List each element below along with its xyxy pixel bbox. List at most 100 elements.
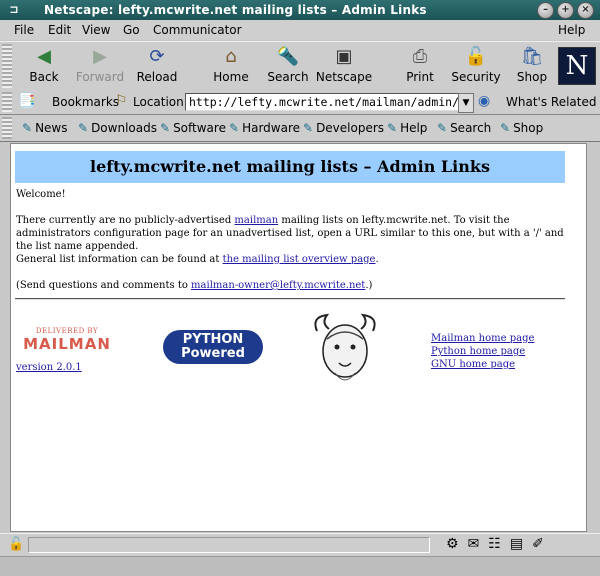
gnu-left-horn — [314, 313, 330, 332]
home-icon: ⌂ — [225, 46, 237, 67]
bookmark-pen-icon: ✎ — [22, 121, 33, 135]
reload-button[interactable]: ⟳ Reload — [127, 44, 187, 88]
mailman-home-link[interactable]: Mailman home page — [431, 332, 534, 345]
printer-icon: ⎙ — [412, 46, 428, 67]
gnu-left-eye — [334, 344, 340, 350]
status-text-field — [28, 537, 430, 553]
search-label: Search — [267, 70, 309, 84]
netscape-logo-icon[interactable]: N — [558, 47, 596, 85]
gnu-home-link[interactable]: GNU home page — [431, 358, 534, 371]
python-powered-logo[interactable]: PYTHON Powered — [163, 330, 263, 364]
menu-help[interactable]: Help — [558, 23, 585, 37]
personal-grip-handle[interactable] — [2, 117, 12, 139]
menu-file[interactable]: File — [14, 23, 34, 37]
search-button[interactable]: 🔦 Search — [258, 44, 318, 88]
personal-toolbar: ✎ News ✎ Downloads ✎ Software ✎ Hardware ✎ De… — [0, 115, 600, 142]
window-controls: – + × — [537, 2, 594, 19]
toolbar-grip-handle[interactable] — [2, 44, 12, 88]
back-button[interactable]: ◀ Back — [14, 44, 74, 88]
shop-button[interactable]: 🛍 Shop — [502, 44, 562, 88]
browser-window: ⊐ Netscape: lefty.mcwrite.net mailing li… — [0, 0, 600, 576]
window-menu-icon[interactable]: ⊐ — [6, 2, 22, 18]
print-button[interactable]: ⎙ Print — [390, 44, 450, 88]
whats-related-icon[interactable]: ◉ — [478, 93, 490, 109]
mailman-owner-email-link[interactable]: mailman-owner@lefty.mcwrite.net — [191, 280, 365, 291]
divider — [15, 298, 565, 300]
location-label: Location: — [133, 95, 188, 109]
personal-link-shop[interactable]: ✎ Shop — [500, 121, 543, 135]
personal-link-help[interactable]: ✎ Help — [387, 121, 427, 135]
minimize-button[interactable]: – — [537, 2, 554, 19]
maximize-button[interactable]: + — [557, 2, 574, 19]
menu-edit[interactable]: Edit — [48, 23, 71, 37]
newsgroups-icon[interactable]: ☷ — [488, 536, 501, 552]
personal-link-developers[interactable]: ✎ Developers — [303, 121, 384, 135]
menu-view[interactable]: View — [82, 23, 110, 37]
personal-link-news[interactable]: ✎ News — [22, 121, 68, 135]
url-input[interactable] — [185, 93, 463, 111]
security-lock-icon[interactable]: 🔓 — [8, 537, 24, 552]
menu-bar: File Edit View Go Communicator Help — [0, 20, 600, 40]
reload-icon: ⟳ — [149, 46, 165, 67]
netscape-label: Netscape — [315, 70, 373, 84]
gnu-head-logo[interactable] — [309, 311, 381, 387]
back-arrow-icon: ◀ — [37, 46, 51, 67]
bookmark-pen-icon: ✎ — [160, 121, 171, 135]
address-book-icon[interactable]: ▤ — [510, 536, 523, 552]
contact-paragraph: (Send questions and comments to mailman-… — [16, 280, 373, 291]
title-bar: ⊐ Netscape: lefty.mcwrite.net mailing li… — [0, 0, 600, 20]
navigator-icon[interactable]: ⚙ — [446, 536, 459, 552]
netscape-button[interactable]: ▣ Netscape — [314, 44, 374, 88]
personal-link-search[interactable]: ✎ Search — [437, 121, 491, 135]
gnu-right-horn — [360, 313, 376, 332]
status-bar: 🔓 ⚙ ✉ ☷ ▤ ✐ — [0, 533, 600, 556]
home-label: Home — [213, 70, 249, 84]
delivered-by-mailman-logo[interactable]: DELIVERED BY MAILMAN — [17, 327, 117, 357]
page-heading: lefty.mcwrite.net mailing lists – Admin … — [15, 151, 565, 183]
bookmark-pen-icon: ✎ — [303, 121, 314, 135]
personal-link-downloads[interactable]: ✎ Downloads — [78, 121, 157, 135]
bookmarks-button[interactable]: Bookmarks — [52, 95, 119, 109]
close-button[interactable]: × — [577, 2, 594, 19]
bookmark-pen-icon: ✎ — [500, 121, 511, 135]
menu-communicator[interactable]: Communicator — [153, 23, 242, 37]
python-home-link[interactable]: Python home page — [431, 345, 534, 358]
security-button[interactable]: 🔓 Security — [446, 44, 506, 88]
location-grip-handle[interactable] — [2, 92, 12, 112]
whats-related-button[interactable]: What's Related — [506, 95, 596, 109]
url-history-dropdown[interactable]: ▼ — [458, 93, 474, 113]
bookmarks-icon[interactable]: 📑 — [18, 93, 35, 109]
menu-go[interactable]: Go — [123, 23, 140, 37]
forward-arrow-icon: ▶ — [93, 46, 107, 67]
window-bottom-edge — [0, 556, 600, 576]
padlock-icon: 🔓 — [464, 46, 488, 67]
reload-label: Reload — [136, 70, 178, 84]
location-toolbar: 📑 Bookmarks ⚐ Location: ▼ ◉ What's Relat… — [0, 90, 600, 115]
netscape-icon: ▣ — [335, 46, 353, 67]
gnu-right-eye — [350, 344, 356, 350]
intro-paragraph: There currently are no publicly-advertis… — [16, 215, 564, 252]
search-icon: 🔦 — [276, 46, 300, 67]
overview-page-link[interactable]: the mailing list overview page — [223, 254, 376, 265]
component-bar: ⚙ ✉ ☷ ▤ ✐ — [446, 536, 544, 552]
bookmark-pen-icon: ✎ — [78, 121, 89, 135]
chevron-down-icon: ▼ — [462, 98, 470, 108]
navigation-toolbar: ◀ Back ▶ Forward ⟳ Reload ⌂ Home 🔦 Searc… — [0, 41, 600, 91]
personal-link-software[interactable]: ✎ Software — [160, 121, 226, 135]
version-link[interactable]: version 2.0.1 — [16, 362, 82, 373]
mail-icon[interactable]: ✉ — [468, 536, 480, 552]
composer-icon[interactable]: ✐ — [532, 536, 544, 552]
home-page-links: Mailman home page Python home page GNU h… — [431, 332, 534, 371]
gnu-face — [322, 324, 368, 378]
shop-label: Shop — [516, 70, 548, 84]
back-label: Back — [29, 70, 59, 84]
bookmark-pen-icon: ✎ — [229, 121, 240, 135]
overview-paragraph: General list information can be found at… — [16, 254, 379, 265]
page-proxy-icon[interactable]: ⚐ — [115, 93, 128, 109]
mailman-link[interactable]: mailman — [234, 215, 278, 226]
welcome-text: Welcome! — [16, 189, 66, 200]
personal-link-hardware[interactable]: ✎ Hardware — [229, 121, 300, 135]
home-button[interactable]: ⌂ Home — [201, 44, 261, 88]
bookmark-pen-icon: ✎ — [437, 121, 448, 135]
forward-button[interactable]: ▶ Forward — [70, 44, 130, 88]
